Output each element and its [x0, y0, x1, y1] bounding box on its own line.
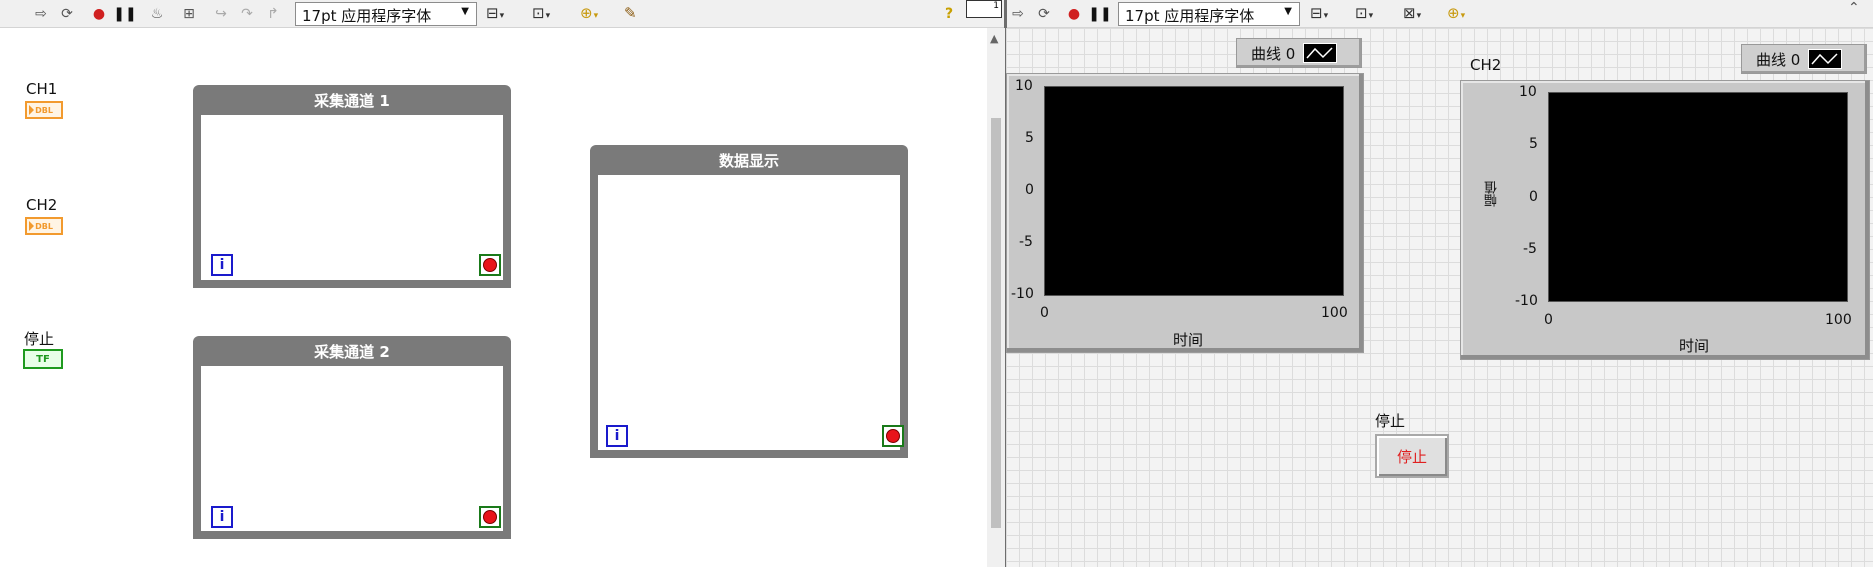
- chart-2-title: CH2: [1470, 56, 1502, 74]
- step-into-icon[interactable]: ↪: [210, 3, 232, 25]
- resize-objects-dropdown[interactable]: ⊠▾: [1403, 4, 1421, 22]
- run-continuously-icon[interactable]: ⟳: [56, 3, 78, 25]
- abort-icon[interactable]: ●: [88, 3, 110, 25]
- stop-bool-terminal[interactable]: TF: [23, 349, 63, 369]
- stop-button-label: 停止: [1375, 412, 1406, 430]
- ch2-dbl-terminal[interactable]: DBL: [25, 217, 63, 235]
- x-tick: 100: [1825, 312, 1852, 328]
- reorder-dropdown[interactable]: ⊕▾: [1447, 4, 1465, 22]
- plot-legend[interactable]: 曲线 0: [1236, 38, 1362, 68]
- loop-title: 采集通道 1: [193, 85, 511, 115]
- clean-up-diagram-icon[interactable]: ✎: [624, 4, 637, 22]
- iteration-terminal[interactable]: i: [211, 254, 233, 276]
- pause-icon[interactable]: ❚❚: [113, 3, 136, 25]
- legend-plot-name: 曲线 0: [1251, 44, 1296, 63]
- ch1-type-label: DBL: [35, 105, 53, 115]
- plot-line-icon: [1303, 43, 1338, 63]
- y-tick: 10: [1519, 84, 1537, 100]
- font-select[interactable]: 17pt 应用程序字体 ▼: [295, 2, 477, 26]
- loop-title: 采集通道 2: [193, 336, 511, 366]
- plot-area: [1548, 92, 1848, 302]
- stop-condition-terminal[interactable]: [882, 425, 904, 447]
- y-tick: -10: [1515, 293, 1538, 309]
- plot-line-icon: [1808, 49, 1843, 69]
- x-axis-title: 时间: [1173, 331, 1204, 349]
- highlight-execution-icon[interactable]: ♨: [146, 3, 168, 25]
- while-loop-channel-2[interactable]: 采集通道 2 i: [193, 336, 511, 539]
- x-axis-title: 时间: [1679, 337, 1710, 355]
- scrollbar-thumb[interactable]: [991, 118, 1001, 528]
- y-tick: 5: [1025, 130, 1034, 146]
- iteration-terminal[interactable]: i: [606, 425, 628, 447]
- distribute-objects-dropdown[interactable]: ⊡▾: [1355, 4, 1373, 22]
- front-panel-toolbar: ⇨ ⟳ ● ❚❚ 17pt 应用程序字体 ▼ ⊟▾ ⊡▾ ⊠▾ ⊕▾: [1007, 0, 1873, 28]
- legend-plot-name: 曲线 0: [1756, 50, 1801, 69]
- retain-wire-values-icon[interactable]: ⊞: [178, 3, 200, 25]
- scroll-up-icon[interactable]: ▲: [990, 32, 998, 45]
- block-diagram-toolbar: ⇨ ⟳ ● ❚❚ ♨ ⊞ ↪ ↷ ↱ 17pt 应用程序字体 ▼ ⊟▾ ⊡▾ ⊕…: [0, 0, 1004, 28]
- step-over-icon[interactable]: ↷: [236, 3, 258, 25]
- y-tick: 10: [1015, 78, 1033, 94]
- help-icon[interactable]: ?: [938, 3, 960, 25]
- run-continuously-icon[interactable]: ⟳: [1033, 3, 1055, 25]
- window-close-icon[interactable]: ⌃: [1848, 0, 1860, 16]
- waveform-chart-2[interactable]: 幅值 10 5 0 -5 -10 0 100 时间: [1460, 80, 1870, 360]
- run-arrow-icon[interactable]: ⇨: [30, 3, 52, 25]
- distribute-objects-dropdown[interactable]: ⊡▾: [532, 4, 550, 22]
- vi-icon-number: 1: [993, 1, 999, 11]
- y-tick: 5: [1529, 136, 1538, 152]
- ch2-terminal-label: CH2: [26, 196, 58, 214]
- y-axis-title: 幅值: [1485, 181, 1500, 207]
- abort-icon[interactable]: ●: [1063, 3, 1085, 25]
- stop-condition-terminal[interactable]: [479, 254, 501, 276]
- plot-legend[interactable]: 曲线 0: [1741, 44, 1867, 74]
- iteration-terminal[interactable]: i: [211, 506, 233, 528]
- y-tick: -5: [1523, 241, 1537, 257]
- stop-button-text: 停止: [1396, 447, 1427, 466]
- pause-icon[interactable]: ❚❚: [1088, 3, 1111, 25]
- ch1-dbl-terminal[interactable]: DBL: [25, 101, 63, 119]
- while-loop-data-display[interactable]: 数据显示 i: [590, 145, 908, 458]
- stop-type-label: TF: [36, 353, 50, 365]
- y-tick: 0: [1529, 189, 1538, 205]
- plot-area: [1044, 86, 1344, 296]
- stop-condition-terminal[interactable]: [479, 506, 501, 528]
- loop-title: 数据显示: [590, 145, 908, 175]
- while-loop-channel-1[interactable]: 采集通道 1 i: [193, 85, 511, 288]
- font-select-value: 17pt 应用程序字体: [302, 7, 432, 25]
- vi-icon: 1: [966, 0, 1002, 18]
- font-select-value: 17pt 应用程序字体: [1125, 7, 1255, 25]
- x-tick: 100: [1321, 305, 1348, 321]
- chevron-down-icon: ▼: [461, 6, 469, 17]
- reorder-dropdown[interactable]: ⊕▾: [580, 4, 598, 22]
- step-out-icon[interactable]: ↱: [262, 3, 284, 25]
- x-tick: 0: [1040, 305, 1049, 321]
- stop-button[interactable]: 停止: [1375, 434, 1449, 478]
- waveform-chart-1[interactable]: 10 5 0 -5 -10 0 100 时间: [1006, 73, 1364, 353]
- ch1-terminal-label: CH1: [26, 80, 58, 98]
- align-objects-dropdown[interactable]: ⊟▾: [486, 4, 504, 22]
- block-diagram-vertical-scrollbar[interactable]: ▲: [987, 28, 1005, 567]
- chevron-down-icon: ▼: [1284, 6, 1292, 17]
- y-tick: 0: [1025, 182, 1034, 198]
- y-tick: -10: [1011, 286, 1034, 302]
- ch2-type-label: DBL: [35, 221, 53, 231]
- align-objects-dropdown[interactable]: ⊟▾: [1310, 4, 1328, 22]
- font-select[interactable]: 17pt 应用程序字体 ▼: [1118, 2, 1300, 26]
- x-tick: 0: [1544, 312, 1553, 328]
- run-arrow-icon[interactable]: ⇨: [1007, 3, 1029, 25]
- y-tick: -5: [1019, 234, 1033, 250]
- stop-terminal-label: 停止: [24, 330, 55, 348]
